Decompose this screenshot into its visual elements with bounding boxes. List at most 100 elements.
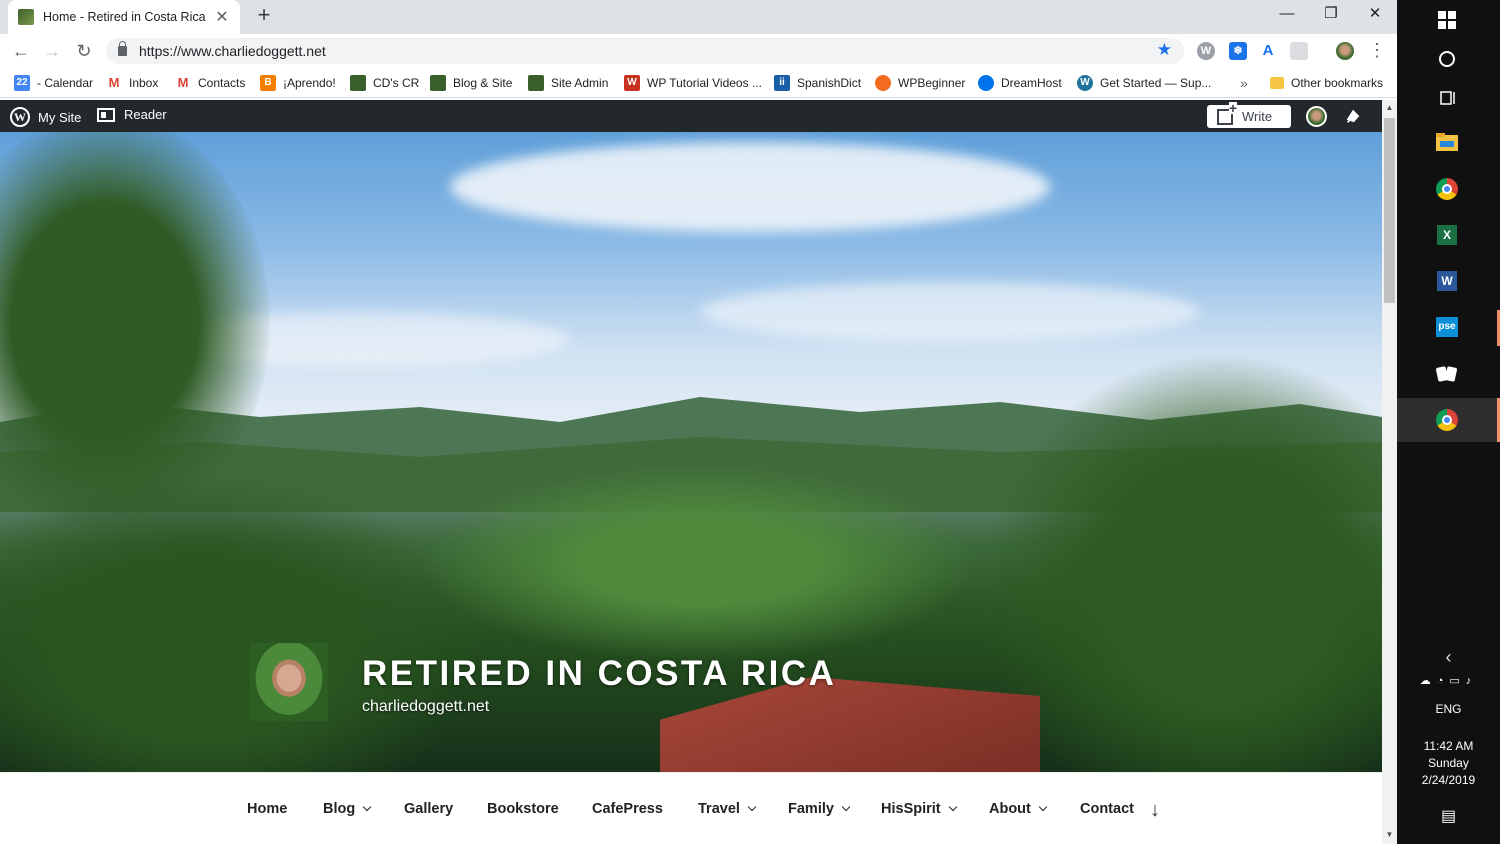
chevron-down-icon[interactable] (747, 802, 757, 812)
tab-active[interactable]: Home - Retired in Costa Rica ✕ (8, 0, 240, 34)
write-button[interactable]: Write (1207, 101, 1291, 128)
scroll-down-icon[interactable]: ↓ (1150, 799, 1160, 822)
bookmark-item[interactable]: M Inbox (106, 75, 159, 91)
file-explorer-icon[interactable] (1435, 130, 1459, 154)
excel-icon[interactable]: X (1435, 223, 1459, 247)
bookmark-item[interactable]: Blog & Site (430, 75, 512, 91)
nav-item-label: Gallery (404, 801, 454, 817)
forward-button[interactable]: → (40, 39, 64, 63)
page-viewport: RETIRED IN COSTA RICA charliedoggett.net… (0, 132, 1382, 844)
my-site-link[interactable]: W My Site (10, 107, 81, 127)
bookmark-item[interactable]: Site Admin (528, 75, 608, 91)
bookmark-item[interactable]: W Get Started — Sup... (1077, 75, 1211, 91)
nav-item-label: Blog (323, 801, 356, 817)
page-scrollbar[interactable]: ▲ ▼ (1382, 100, 1397, 844)
bookmark-item[interactable]: ii SpanishDict (774, 75, 861, 91)
clock-time[interactable]: 11:42 AM (1397, 739, 1500, 753)
header-image: RETIRED IN COSTA RICA charliedoggett.net (0, 132, 1382, 832)
scroll-up-arrow-icon[interactable]: ▲ (1382, 103, 1397, 112)
font-extension-icon[interactable]: A (1259, 42, 1277, 60)
bookmark-item[interactable]: WPBeginner (875, 75, 965, 91)
nav-item-home[interactable]: Home (247, 801, 287, 817)
bookmarks-bar: » Other bookmarks 22 - Calendar M Inbox M Con… (0, 68, 1397, 98)
action-center-icon[interactable]: ▤ (1397, 806, 1500, 826)
bookmark-item[interactable]: CD's CR (350, 75, 419, 91)
photoshop-elements-icon[interactable]: pse (1435, 315, 1459, 339)
lock-icon[interactable] (118, 41, 127, 56)
bookmark-label: WPBeginner (898, 76, 966, 90)
wp-user-avatar[interactable] (1306, 106, 1327, 127)
reader-link[interactable]: Reader (97, 107, 167, 122)
address-bar[interactable]: https://www.charliedoggett.net ★ (106, 38, 1184, 64)
chrome-icon[interactable] (1435, 177, 1459, 201)
site-description: charliedoggett.net (362, 698, 490, 715)
language-indicator[interactable]: ENG (1397, 702, 1500, 716)
wikipedia-extension-icon[interactable]: W (1197, 42, 1215, 60)
bookmark-label: Blog & Site (453, 76, 513, 90)
site-favicon-icon (18, 9, 34, 25)
task-view-icon[interactable] (1435, 86, 1459, 110)
tray-chevron-icon[interactable]: ‹ (1397, 647, 1500, 668)
bookmark-star-icon[interactable]: ★ (1157, 40, 1172, 60)
chrome-icon-active[interactable] (1435, 408, 1459, 432)
other-bookmarks[interactable]: Other bookmarks (1270, 75, 1383, 91)
chevron-down-icon[interactable] (362, 802, 372, 812)
nav-item-about[interactable]: About (989, 801, 1048, 817)
battery-icon[interactable]: ▭ (1449, 675, 1465, 687)
site-branding: RETIRED IN COSTA RICA charliedoggett.net (250, 643, 836, 721)
profile-avatar[interactable] (1336, 42, 1354, 60)
bookmark-item[interactable]: B ¡Aprendo! (260, 75, 336, 91)
nav-item-bookstore[interactable]: Bookstore (487, 801, 559, 817)
nav-item-cafepress[interactable]: CafePress (592, 801, 663, 817)
windows-start-icon[interactable] (1435, 8, 1459, 32)
nav-item-gallery[interactable]: Gallery (404, 801, 453, 817)
tab-close-icon[interactable]: ✕ (214, 7, 230, 27)
chevron-down-icon[interactable] (841, 802, 851, 812)
scrollbar-thumb[interactable] (1384, 118, 1395, 303)
chrome-window: Home - Retired in Costa Rica ✕ + — ❐ ✕ ←… (0, 0, 1397, 844)
minimize-button[interactable]: — (1264, 0, 1310, 30)
close-window-button[interactable]: ✕ (1352, 0, 1397, 30)
bookmarks-overflow-icon[interactable]: » (1240, 75, 1248, 91)
reload-button[interactable]: ↻ (72, 39, 96, 63)
new-tab-button[interactable]: + (252, 4, 276, 28)
nav-item-family[interactable]: Family (788, 801, 851, 817)
bookmark-item[interactable]: DreamHost (978, 75, 1062, 91)
scroll-down-arrow-icon[interactable]: ▼ (1382, 830, 1397, 839)
nav-item-travel[interactable]: Travel (698, 801, 757, 817)
chat-extension-icon[interactable] (1290, 42, 1308, 60)
browser-menu-icon[interactable]: ⋮ (1368, 40, 1386, 60)
cortana-icon[interactable] (1435, 47, 1459, 71)
word-icon[interactable]: W (1435, 269, 1459, 293)
gmail-icon: M (177, 75, 189, 90)
back-button[interactable]: ← (9, 39, 33, 63)
volume-icon[interactable]: ♪ (1466, 675, 1478, 687)
snowflake-extension-icon[interactable]: ❄ (1229, 42, 1247, 60)
nav-item-label: Travel (698, 801, 740, 817)
bookmark-item[interactable]: M Contacts (175, 75, 246, 91)
onedrive-icon[interactable]: ☁ (1420, 675, 1437, 687)
nav-item-blog[interactable]: Blog (323, 801, 372, 817)
bookmark-label: ¡Aprendo! (283, 76, 336, 90)
bookmark-item[interactable]: 22 - Calendar (14, 75, 93, 91)
wifi-icon[interactable]: ◔ (1437, 675, 1450, 687)
chevron-down-icon[interactable] (948, 802, 957, 812)
bookmark-label: CD's CR (373, 76, 420, 90)
clock-date[interactable]: 2/24/2019 (1397, 773, 1500, 787)
nav-item-contact[interactable]: Contact (1080, 801, 1134, 817)
chevron-down-icon[interactable] (1038, 802, 1048, 812)
site-title[interactable]: RETIRED IN COSTA RICA (362, 654, 836, 694)
system-tray-icons[interactable]: ☁◔▭♪ (1397, 674, 1500, 687)
bookmark-item[interactable]: W WP Tutorial Videos ... (624, 75, 762, 91)
clock-day[interactable]: Sunday (1397, 756, 1500, 770)
notifications-bell-icon[interactable] (1344, 107, 1362, 125)
wpbeginner-icon (875, 75, 891, 91)
wordpress-logo-icon: W (10, 107, 30, 127)
video-icon: W (624, 75, 640, 91)
wp-admin-bar: W My Site Reader Write (0, 100, 1397, 132)
restore-button[interactable]: ❐ (1308, 0, 1354, 30)
url-text[interactable]: https://www.charliedoggett.net (139, 43, 326, 59)
site-logo[interactable] (250, 643, 328, 721)
nav-item-hisspirit[interactable]: HisSpirit (881, 801, 957, 817)
solitaire-icon[interactable] (1435, 362, 1459, 386)
